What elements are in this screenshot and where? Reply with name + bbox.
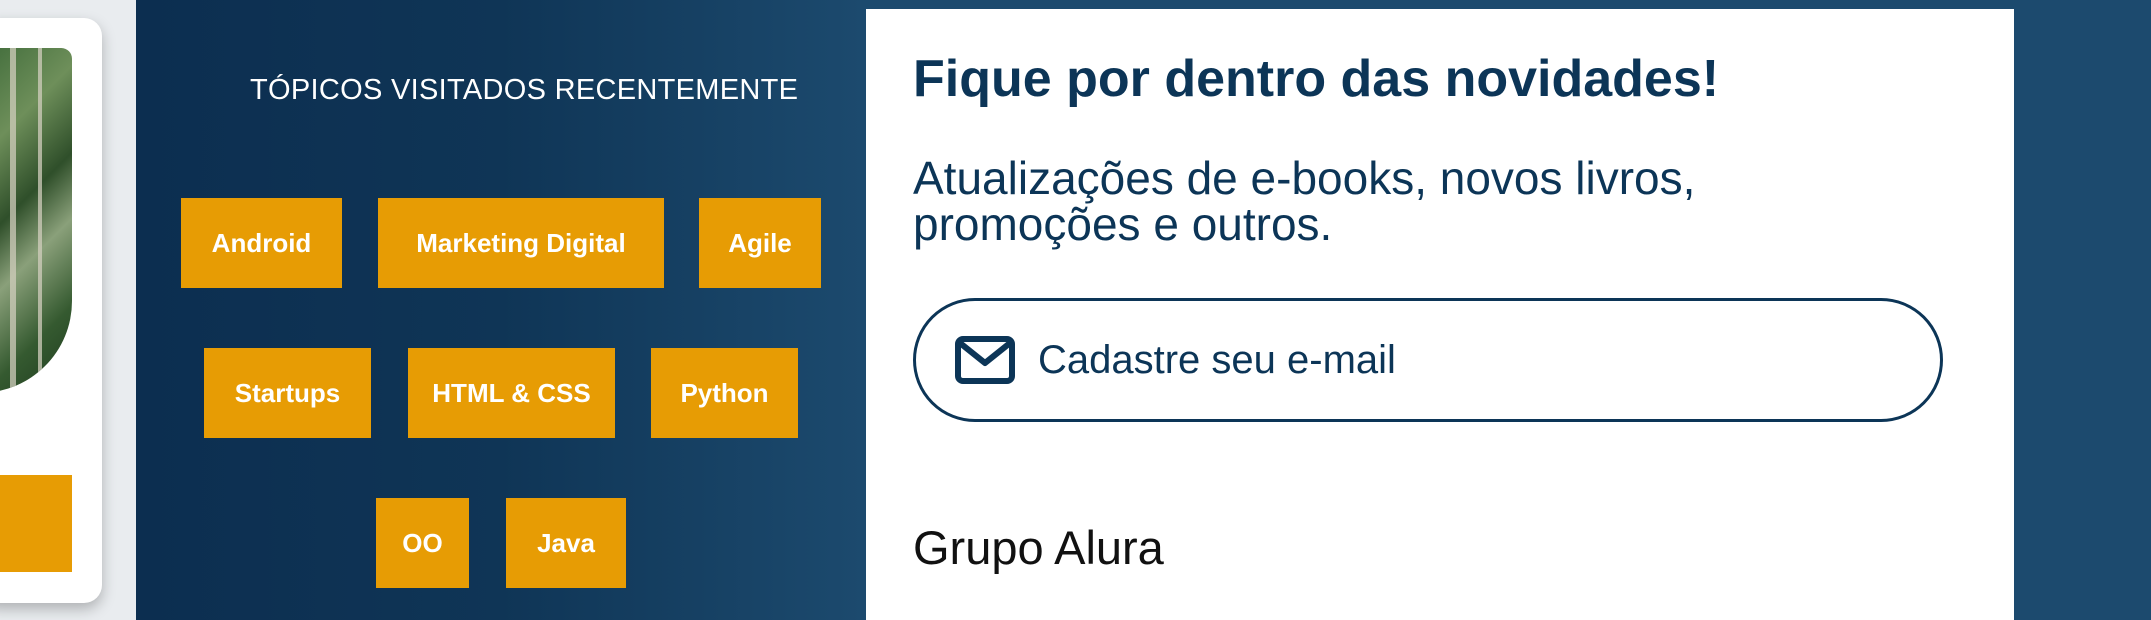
recent-topics-title: TÓPICOS VISITADOS RECENTEMENTE bbox=[250, 74, 799, 106]
newsletter-card: Fique por dentro das novidades! Atualiza… bbox=[866, 9, 2014, 620]
book-cover-image bbox=[0, 48, 72, 393]
book-card-button[interactable] bbox=[0, 475, 72, 572]
topic-chip-agile[interactable]: Agile bbox=[699, 198, 821, 288]
book-card bbox=[0, 18, 102, 603]
topic-chip-oo[interactable]: OO bbox=[376, 498, 469, 588]
group-alura-label: Grupo Alura bbox=[913, 521, 1164, 574]
topic-chip-java[interactable]: Java bbox=[506, 498, 626, 588]
topic-chip-marketing-digital[interactable]: Marketing Digital bbox=[378, 198, 664, 288]
topic-chip-html-css[interactable]: HTML & CSS bbox=[408, 348, 615, 438]
recent-topics-panel: TÓPICOS VISITADOS RECENTEMENTE Android M… bbox=[136, 0, 866, 620]
newsletter-subtext: Atualizações de e-books, novos livros, p… bbox=[913, 152, 1696, 250]
mail-icon bbox=[955, 336, 1015, 384]
topic-chip-python[interactable]: Python bbox=[651, 348, 798, 438]
topic-chip-android[interactable]: Android bbox=[181, 198, 342, 288]
signup-email-label: Cadastre seu e-mail bbox=[1038, 337, 1396, 382]
topic-chip-startups[interactable]: Startups bbox=[204, 348, 371, 438]
signup-email-button[interactable]: Cadastre seu e-mail bbox=[913, 298, 1943, 422]
newsletter-heading: Fique por dentro das novidades! bbox=[913, 50, 1720, 108]
